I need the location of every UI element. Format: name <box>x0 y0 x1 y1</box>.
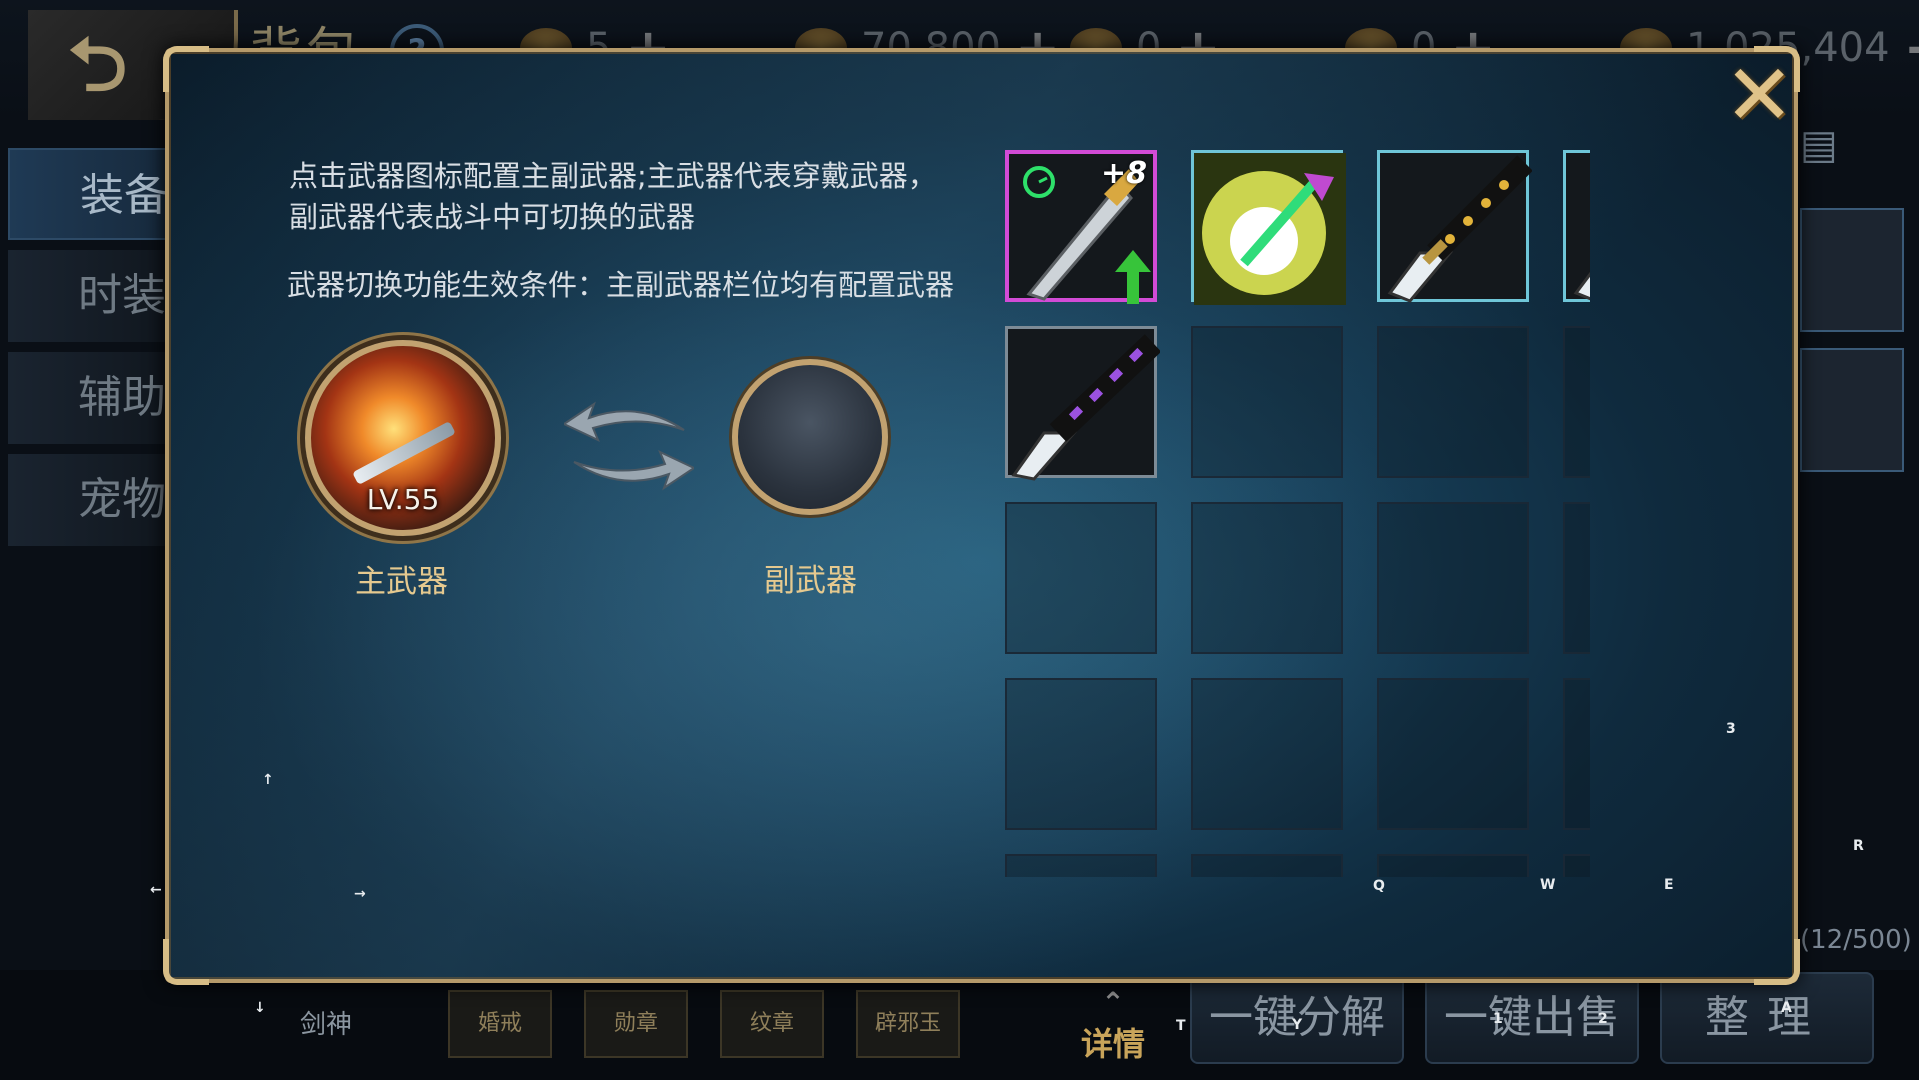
close-button[interactable]: ✕ <box>1724 53 1794 137</box>
key-hint: A <box>1781 1000 1792 1016</box>
main-weapon-slot[interactable]: LV.55 <box>305 340 501 536</box>
frame-corner <box>163 939 209 985</box>
empty-weapon-slot[interactable] <box>1005 502 1157 654</box>
main-weapon-level: LV.55 <box>366 483 440 516</box>
empty-weapon-slot[interactable] <box>1563 326 1590 478</box>
key-hint: ← <box>150 882 162 898</box>
medal-slot[interactable]: 勋章 <box>584 990 688 1058</box>
weapon-grid: +8 <box>1005 150 1590 877</box>
hero-name: 剑神 <box>300 1010 353 1040</box>
key-hint: E <box>1664 877 1674 893</box>
weapon-item-katana[interactable] <box>1377 150 1532 303</box>
add-currency-button[interactable]: + <box>1904 17 1919 80</box>
switch-condition-text: 武器切换功能生效条件：主副武器栏位均有配置武器 <box>287 268 955 302</box>
key-hint: R <box>1853 838 1864 854</box>
frame-corner <box>163 46 209 92</box>
detail-button[interactable]: ⌃ 详情 <box>1058 986 1168 1065</box>
empty-weapon-slot[interactable] <box>1005 854 1157 877</box>
weapon-item-katana[interactable] <box>1563 150 1590 302</box>
purple-katana-icon <box>1011 334 1160 481</box>
instruction-line-1: 点击武器图标配置主副武器;主武器代表穿戴武器， <box>289 159 937 193</box>
empty-weapon-slot[interactable] <box>1377 502 1529 654</box>
main-weapon-icon <box>352 420 456 486</box>
main-weapon-label: 主武器 <box>355 564 448 600</box>
glowing-weapon-icon <box>1194 153 1346 305</box>
key-hint: Y <box>1292 1017 1303 1033</box>
empty-weapon-slot[interactable] <box>1191 678 1343 830</box>
sub-weapon-slot[interactable] <box>732 359 888 515</box>
key-hint: 3 <box>1726 721 1736 737</box>
emblem-slot[interactable]: 纹章 <box>720 990 824 1058</box>
jade-slot[interactable]: 辟邪玉 <box>856 990 960 1058</box>
side-tabs: 装备 时装 辅助 宠物 <box>8 148 228 556</box>
key-hint: Q <box>1373 878 1385 894</box>
empty-weapon-slot[interactable] <box>1563 678 1590 830</box>
key-hint: ↑ <box>262 772 274 788</box>
empty-weapon-slot[interactable] <box>1563 502 1590 654</box>
enhance-level: +8 <box>1100 156 1147 191</box>
empty-weapon-slot[interactable] <box>1191 502 1343 654</box>
empty-weapon-slot[interactable] <box>1005 678 1157 830</box>
weapon-item-enhanced-sword[interactable]: +8 <box>1005 150 1157 304</box>
close-icon: ✕ <box>1724 46 1795 144</box>
key-hint: 2 <box>1598 1011 1608 1027</box>
weapon-item-purple-katana[interactable] <box>1005 326 1160 481</box>
empty-weapon-slot[interactable] <box>1377 678 1529 830</box>
weapon-item-glowing[interactable] <box>1191 150 1346 305</box>
empty-weapon-slot[interactable] <box>1377 854 1529 877</box>
back-arrow-icon: ⮌ <box>68 22 128 108</box>
ring-slot[interactable]: 婚戒 <box>448 990 552 1058</box>
empty-weapon-slot[interactable] <box>1563 854 1590 877</box>
katana-icon <box>1573 271 1590 301</box>
katana-icon <box>1387 155 1532 303</box>
right-item-panel <box>1800 130 1919 950</box>
empty-weapon-slot[interactable] <box>1377 326 1529 478</box>
empty-weapon-slot[interactable] <box>1191 326 1343 478</box>
weapon-config-dialog: ✕ 点击武器图标配置主副武器;主武器代表穿戴武器， 副武器代表战斗中可切换的武器… <box>163 46 1800 985</box>
sub-weapon-label: 副武器 <box>764 563 857 599</box>
detail-label: 详情 <box>1080 1025 1145 1063</box>
empty-weapon-slot[interactable] <box>1191 854 1343 877</box>
inventory-item[interactable] <box>1800 208 1904 332</box>
sort-button[interactable]: 整理 <box>1660 972 1874 1064</box>
instruction-text: 点击武器图标配置主副武器;主武器代表穿戴武器， 副武器代表战斗中可切换的武器 <box>289 156 1029 238</box>
key-hint: 1 <box>1493 1011 1503 1027</box>
key-hint: W <box>1540 877 1556 893</box>
frame-corner <box>1754 939 1800 985</box>
inventory-capacity: (12/500) <box>1800 925 1912 955</box>
chevron-up-icon: ⌃ <box>1101 986 1125 1019</box>
key-hint: ↓ <box>254 1000 266 1016</box>
inventory-item[interactable] <box>1800 348 1904 472</box>
instruction-line-2: 副武器代表战斗中可切换的武器 <box>289 200 696 234</box>
key-hint: T <box>1176 1018 1186 1034</box>
key-hint: → <box>354 886 366 902</box>
swap-arrows-icon[interactable] <box>564 390 694 510</box>
